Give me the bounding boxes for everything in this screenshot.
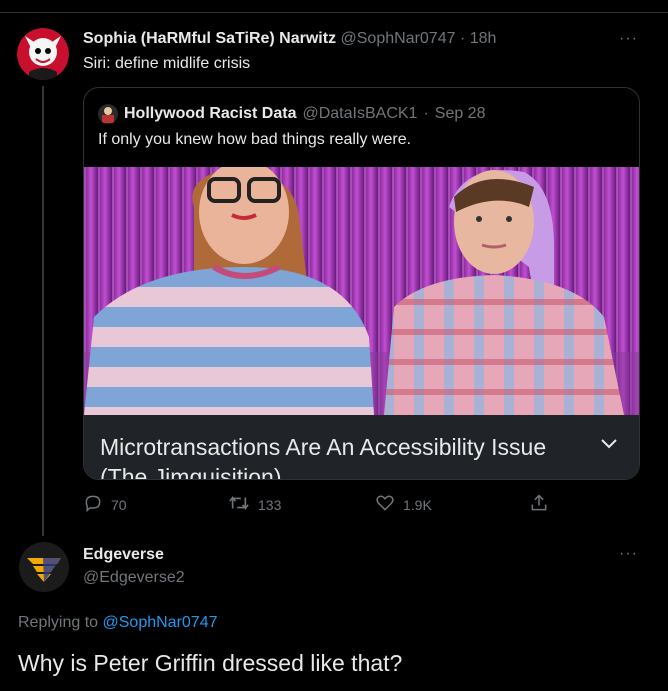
replying-to-link[interactable]: @SophNar0747 (103, 614, 218, 631)
retweet-count: 133 (258, 496, 282, 513)
reply-more-options-button[interactable]: ··· (619, 545, 638, 563)
quote-separator: · (423, 105, 429, 122)
quote-avatar (98, 104, 118, 124)
top-divider (0, 12, 668, 13)
quote-tweet[interactable]: Hollywood Racist Data @DataIsBACK1 · Sep… (83, 87, 640, 480)
replying-prefix: Replying to (18, 614, 99, 631)
replying-to: Replying to @SophNar0747 (18, 614, 217, 632)
author-handle[interactable]: @SophNar0747 (341, 30, 456, 47)
heart-icon (375, 493, 395, 516)
share-button[interactable] (529, 493, 549, 516)
author-name[interactable]: Sophia (HaRMful SaTiRe) Narwitz (83, 30, 336, 47)
quote-date: Sep 28 (434, 105, 486, 122)
reply-author-name[interactable]: Edgeverse (83, 546, 164, 564)
quote-text: If only you knew how bad things really w… (98, 131, 412, 148)
thread-line (42, 86, 44, 536)
quote-header: Hollywood Racist Data @DataIsBACK1 · Sep… (98, 104, 485, 124)
media-caption: Microtransactions Are An Accessibility I… (100, 434, 547, 480)
video-thumbnail[interactable] (84, 167, 639, 415)
quote-author-handle: @DataIsBACK1 (302, 105, 418, 122)
retweet-icon (228, 493, 250, 516)
reply-icon (83, 493, 103, 516)
reply-text: Why is Peter Griffin dressed like that? (18, 650, 403, 676)
reply-count: 70 (111, 496, 127, 513)
like-count: 1.9K (403, 496, 432, 513)
reply-author-handle[interactable]: @Edgeverse2 (83, 569, 185, 587)
tweet-actions: 70 133 1.9K (83, 493, 563, 517)
media-caption-bar[interactable]: Microtransactions Are An Accessibility I… (84, 415, 639, 480)
reply-avatar[interactable] (19, 542, 69, 592)
more-options-button[interactable]: ··· (619, 30, 638, 48)
tweet-header: Sophia (HaRMful SaTiRe) Narwitz @SophNar… (83, 30, 496, 48)
quote-author-name: Hollywood Racist Data (124, 105, 297, 122)
separator: · (459, 30, 466, 47)
retweet-button[interactable]: 133 (228, 493, 281, 516)
like-button[interactable]: 1.9K (375, 493, 432, 516)
chevron-down-icon[interactable] (599, 433, 619, 458)
reply-button[interactable]: 70 (83, 493, 127, 516)
timestamp[interactable]: 18h (470, 30, 497, 47)
share-icon (529, 493, 549, 516)
avatar[interactable] (17, 28, 69, 80)
tweet-text: Siri: define midlife crisis (83, 55, 251, 72)
